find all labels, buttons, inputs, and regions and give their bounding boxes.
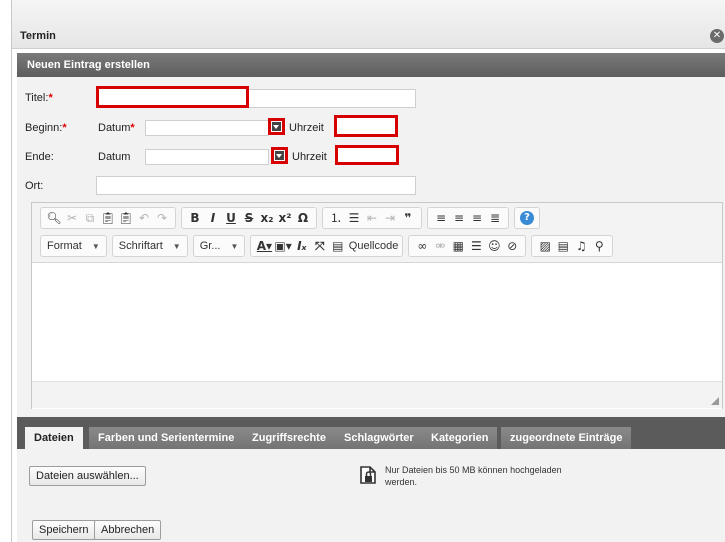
font-select[interactable]: Schriftart ▼ [111,235,188,257]
chevron-down-icon: ▼ [91,241,100,251]
upload-size-note: Nur Dateien bis 50 MB können hochgeladen… [385,465,562,487]
location-label: Ort: [25,180,44,192]
link-icon[interactable]: ∞ [414,237,430,255]
toolbar-row-1: 🔍︎ ✂ ⧉ 📋︎ 📋︎ ↶ ↷ B I U S x₂ x² Ω ⒈ ☰ ⇤ ⇥… [40,207,545,229]
end-date-input[interactable] [145,149,269,165]
begin-date-dropdown-button[interactable] [268,118,285,135]
dialog-title: Termin [20,30,56,42]
chevron-down-icon [275,151,284,160]
toolbar-row-2: Format ▼ Schriftart ▼ Gr... ▼ A▾ ▣▾ Iₓ ⤧… [40,235,618,257]
toolbar-group-list: ⒈ ☰ ⇤ ⇥ ❞ [322,207,422,229]
bold-icon[interactable]: B [187,209,203,227]
title-label: Titel:* [25,92,53,104]
source-icon[interactable]: ▤ [330,237,346,255]
size-select-label: Gr... [199,240,221,252]
tab-schlagwoerter[interactable]: Schlagwörter [335,427,424,449]
close-icon[interactable]: ✕ [710,29,724,43]
tabs-bar: Dateien Farben und Serientermine Zugriff… [17,417,725,449]
toolbar-group-links: ∞ ⚮ ▦ ☰ ☺ ⊘ [408,235,527,257]
italic-icon[interactable]: I [205,209,221,227]
table-icon[interactable]: ▦ [450,237,466,255]
smiley-icon[interactable]: ☺ [486,237,502,255]
align-left-icon[interactable]: ≡ [433,209,449,227]
unlink-icon[interactable]: ⚮ [432,237,448,255]
title-highlight-box[interactable] [96,86,249,108]
indent-icon[interactable]: ⇥ [382,209,398,227]
attachment-icon[interactable]: ⚲ [591,237,607,255]
format-select-label: Format [47,240,82,252]
copy-icon[interactable]: ⧉ [82,209,98,227]
chevron-down-icon: ▼ [230,241,239,251]
cut-icon[interactable]: ✂ [64,209,80,227]
tab-zugeordnete-eintraege[interactable]: zugeordnete Einträge [501,427,633,449]
chevron-down-icon [272,122,281,131]
begin-label: Beginn:* [25,122,67,134]
editor-toolbar: 🔍︎ ✂ ⧉ 📋︎ 📋︎ ↶ ↷ B I U S x₂ x² Ω ⒈ ☰ ⇤ ⇥… [32,203,722,263]
maximize-icon[interactable]: ⤧ [312,237,328,255]
editor-statusbar [32,381,722,408]
source-button-label[interactable]: Quellcode [349,240,399,252]
format-select[interactable]: Format ▼ [40,235,107,257]
blockquote-icon[interactable]: ❞ [400,209,416,227]
align-center-icon[interactable]: ≡ [451,209,467,227]
file-lock-icon [360,466,376,484]
end-date-label: Datum [98,151,131,163]
end-time-input[interactable] [335,145,399,165]
bulleted-list-icon[interactable]: ☰ [346,209,362,227]
toolbar-group-basic: B I U S x₂ x² Ω [181,207,317,229]
choose-files-button[interactable]: Dateien auswählen... [29,466,146,486]
section-title: Neuen Eintrag erstellen [27,59,150,71]
cancel-button[interactable]: Abbrechen [94,520,162,540]
end-time-label: Uhrzeit [292,151,327,163]
tab-farben-und-serientermine[interactable]: Farben und Serientermine [89,427,245,449]
superscript-icon[interactable]: x² [277,209,293,227]
remove-format-icon[interactable]: Iₓ [294,237,310,255]
horizontal-line-icon[interactable]: ☰ [468,237,484,255]
paste-icon[interactable]: 📋︎ [100,209,116,227]
preview-icon[interactable]: 🔍︎ [46,209,62,227]
undo-icon[interactable]: ↶ [136,209,152,227]
underline-icon[interactable]: U [223,209,239,227]
text-color-icon[interactable]: A▾ [256,237,272,255]
tab-kategorien[interactable]: Kategorien [422,427,499,449]
chevron-down-icon: ▼ [172,241,181,251]
subscript-icon[interactable]: x₂ [259,209,275,227]
dialog-title-bar: Termin ✕ [12,0,725,49]
size-select[interactable]: Gr... ▼ [192,235,246,257]
tab-zugriffsrechte[interactable]: Zugriffsrechte [243,427,336,449]
font-select-label: Schriftart [118,240,163,252]
save-button[interactable]: Speichern [32,520,96,540]
begin-time-label: Uhrzeit [289,122,324,134]
rich-text-editor: 🔍︎ ✂ ⧉ 📋︎ 📋︎ ↶ ↷ B I U S x₂ x² Ω ⒈ ☰ ⇤ ⇥… [31,202,723,409]
end-date-dropdown-button[interactable] [271,147,288,164]
strikethrough-icon[interactable]: S [241,209,257,227]
help-icon[interactable]: ? [520,211,534,225]
section-header: Neuen Eintrag erstellen [17,53,725,77]
outdent-icon[interactable]: ⇤ [364,209,380,227]
toolbar-group-styles: A▾ ▣▾ Iₓ ⤧ ▤ Quellcode [250,235,404,257]
video-icon[interactable]: ▤ [555,237,571,255]
audio-icon[interactable]: ♫ [573,237,589,255]
no-entry-icon[interactable]: ⊘ [504,237,520,255]
redo-icon[interactable]: ↷ [154,209,170,227]
begin-time-input[interactable] [334,115,398,137]
numbered-list-icon[interactable]: ⒈ [328,209,344,227]
toolbar-group-align: ≡ ≡ ≡ ≣ [427,207,509,229]
appointment-dialog: Termin ✕ Neuen Eintrag erstellen Titel:*… [11,0,725,542]
resize-handle-icon[interactable] [711,397,719,405]
toolbar-group-media: ▨ ▤ ♫ ⚲ [531,235,614,257]
end-label: Ende: [25,151,54,163]
background-color-icon[interactable]: ▣▾ [274,237,291,255]
begin-date-label: Datum* [98,122,135,134]
paste-text-icon[interactable]: 📋︎ [118,209,134,227]
location-input[interactable] [96,176,416,195]
toolbar-group-clipboard: 🔍︎ ✂ ⧉ 📋︎ 📋︎ ↶ ↷ [40,207,176,229]
align-right-icon[interactable]: ≡ [469,209,485,227]
toolbar-group-help: ? [514,207,540,229]
image-icon[interactable]: ▨ [537,237,553,255]
special-char-icon[interactable]: Ω [295,209,311,227]
begin-date-input[interactable] [145,120,269,136]
tab-dateien[interactable]: Dateien [25,427,84,449]
align-justify-icon[interactable]: ≣ [487,209,503,227]
